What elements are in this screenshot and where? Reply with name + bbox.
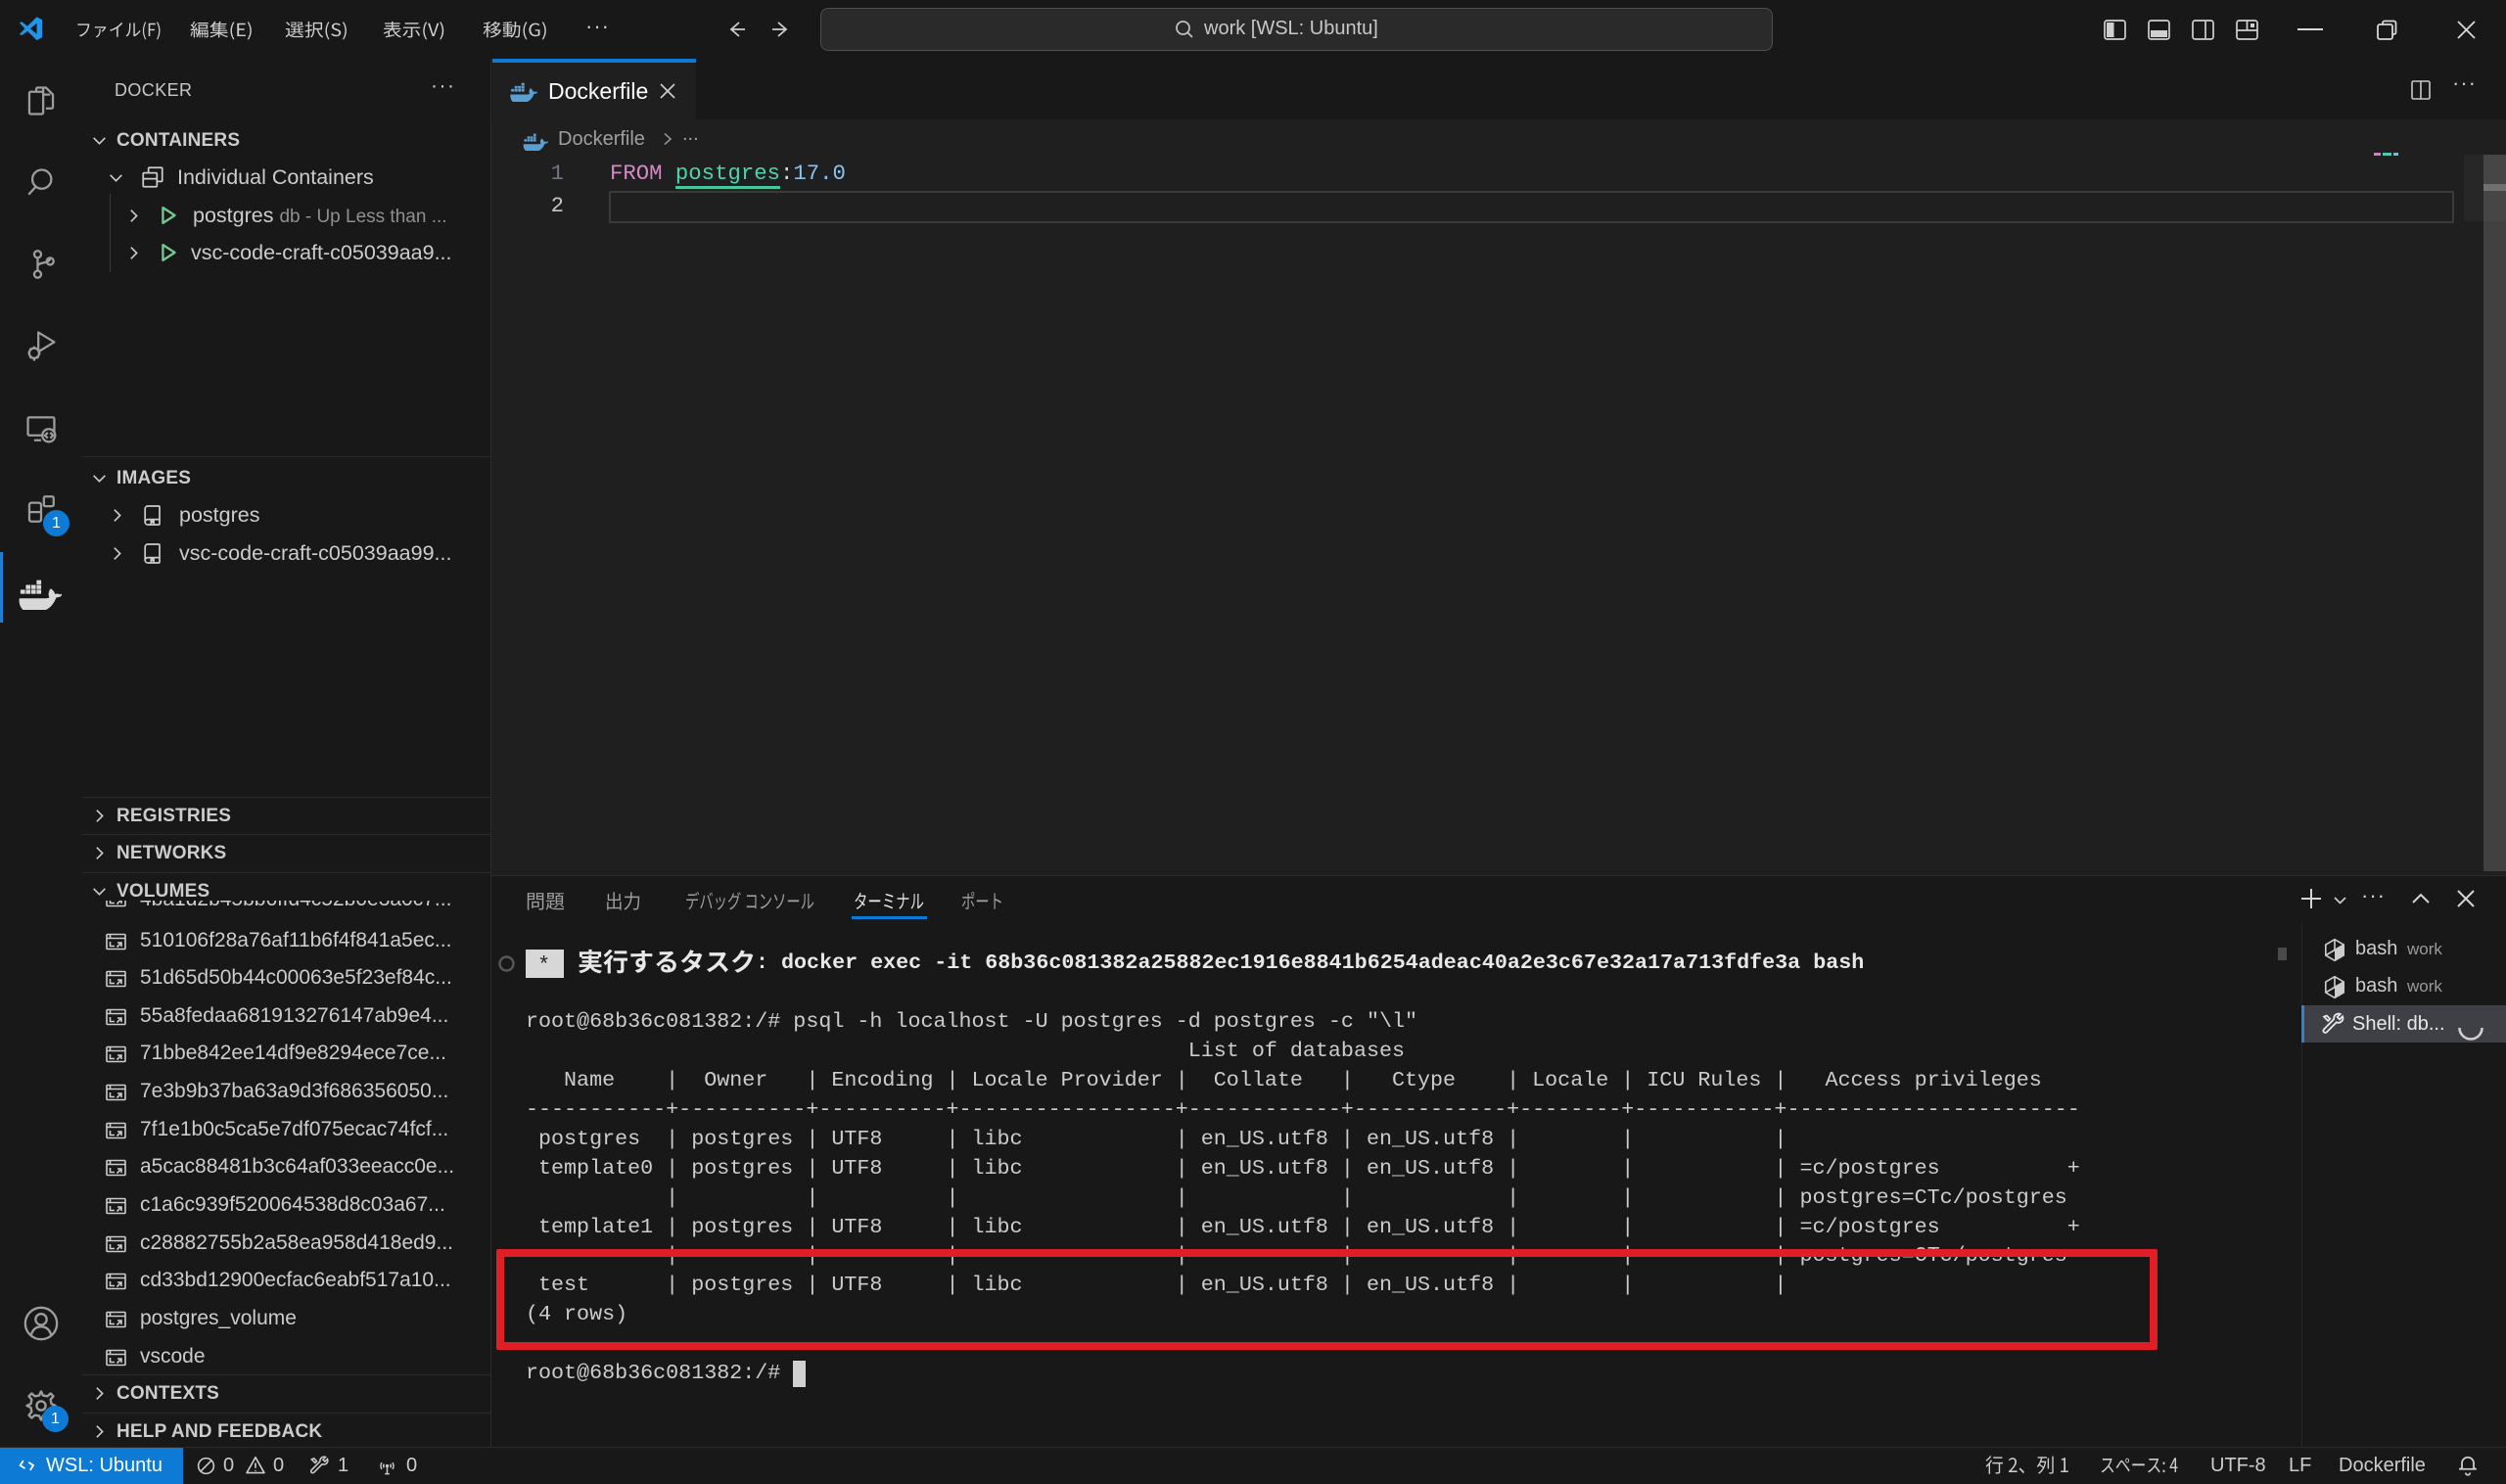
svg-text:$: $ bbox=[2337, 952, 2342, 960]
svg-text:$: $ bbox=[2337, 990, 2342, 997]
